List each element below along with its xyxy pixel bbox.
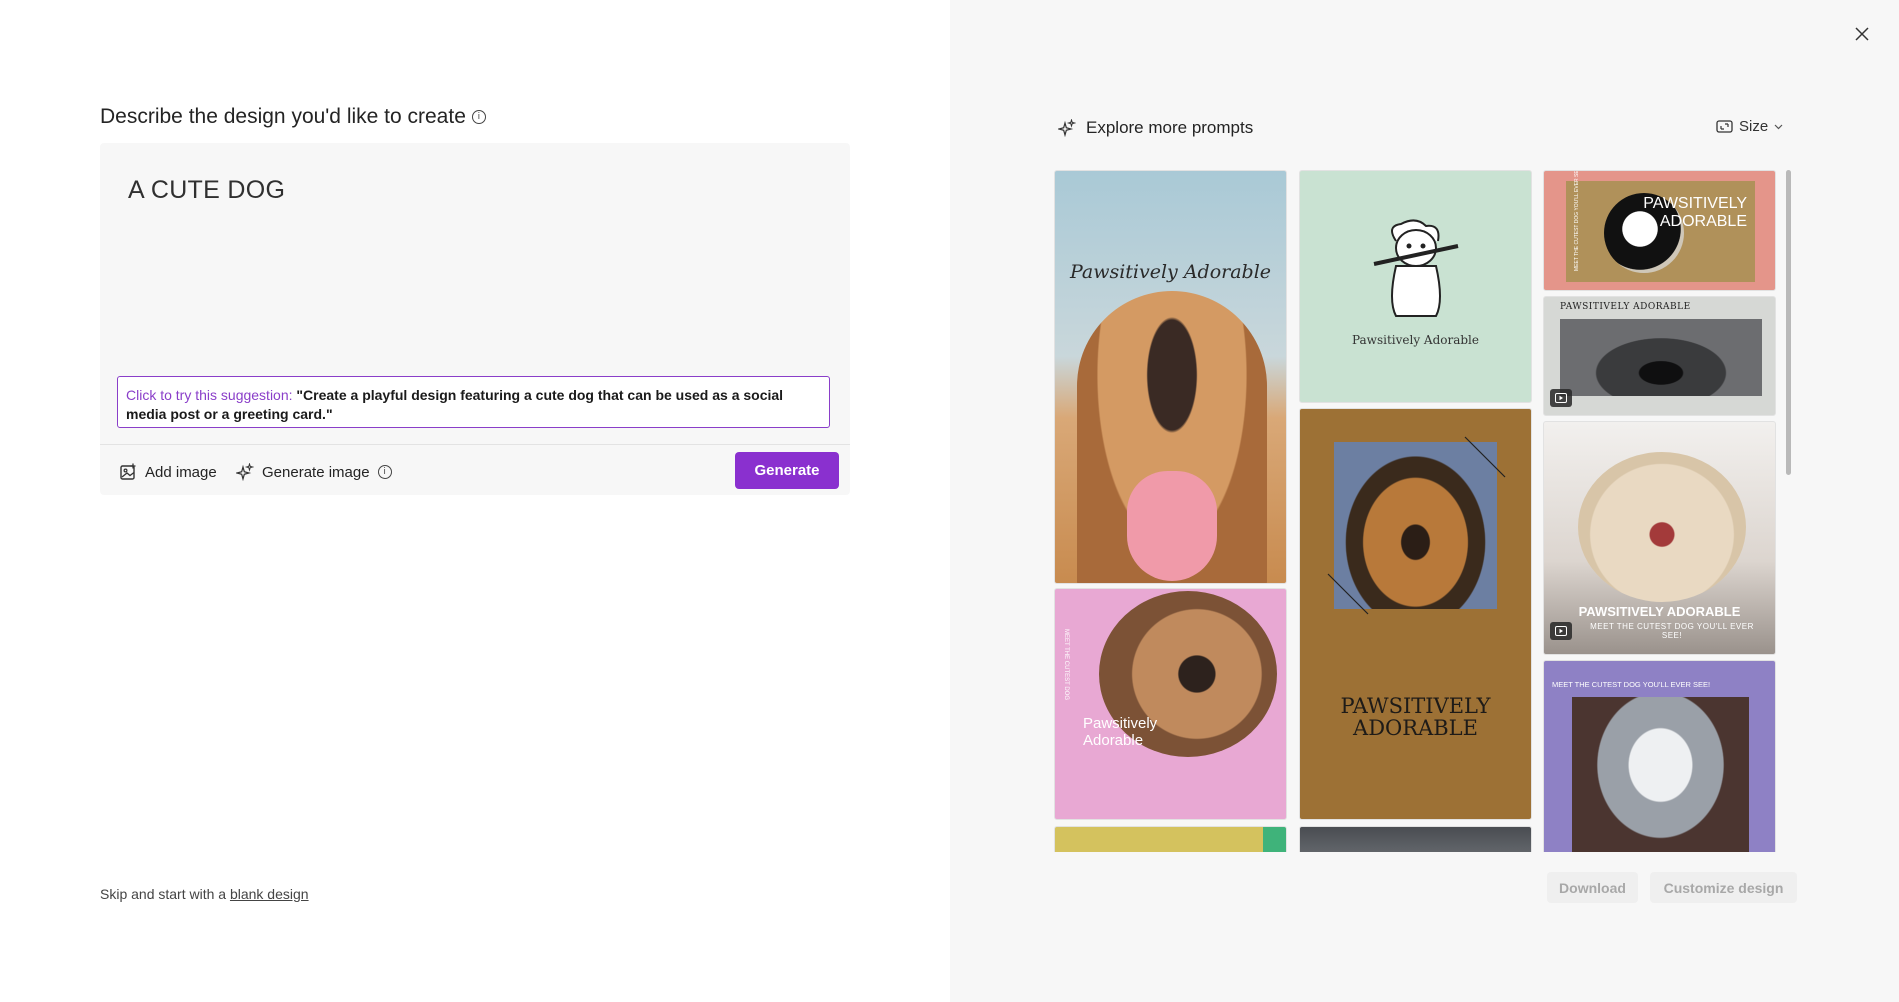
card-title-line2: ADORABLE bbox=[1659, 213, 1747, 230]
add-image-button[interactable]: Add image bbox=[119, 463, 217, 481]
template-card-purple[interactable]: MEET THE CUTEST DOG YOU'LL EVER SEE! bbox=[1543, 660, 1776, 852]
add-image-icon bbox=[120, 463, 136, 480]
explore-prompts-button[interactable]: Explore more prompts bbox=[1058, 118, 1253, 138]
template-gallery: Pawsitively Adorable MEET THE CUTEST DOG… bbox=[1054, 170, 1791, 852]
size-label: Size bbox=[1739, 118, 1769, 135]
suggestion-button[interactable]: Click to try this suggestion: "Create a … bbox=[117, 376, 830, 428]
size-dropdown[interactable]: Size bbox=[1716, 118, 1783, 135]
video-icon bbox=[1550, 622, 1572, 640]
template-card-yellow[interactable] bbox=[1054, 826, 1287, 852]
template-card-pekingese[interactable]: PAWSITIVELY ADORABLE bbox=[1543, 296, 1776, 416]
dog-photo bbox=[1578, 452, 1746, 602]
download-button[interactable]: Download bbox=[1547, 872, 1638, 903]
sparkle-icon bbox=[236, 463, 254, 481]
card-title: PAWSITIVELY ADORABLE bbox=[1560, 302, 1691, 312]
generate-image-button[interactable]: Generate image i bbox=[236, 463, 392, 481]
card-title: PAWSITIVELY ADORABLE bbox=[1578, 604, 1741, 619]
chevron-down-icon bbox=[1774, 124, 1783, 129]
close-icon[interactable] bbox=[1852, 24, 1872, 44]
resize-icon bbox=[1716, 120, 1733, 133]
side-text: MEET THE CUTEST DOG bbox=[1063, 629, 1069, 701]
dog-photo bbox=[1572, 697, 1749, 852]
dog-photo bbox=[1560, 319, 1762, 396]
template-card-gray[interactable] bbox=[1299, 826, 1532, 852]
card-title-line2: ADORABLE bbox=[1353, 716, 1478, 740]
explore-label: Explore more prompts bbox=[1086, 118, 1254, 137]
side-text: MEET THE CUTEST DOG YOU'LL EVER SEE bbox=[1574, 170, 1580, 271]
template-card-poodle[interactable]: PAWSITIVELY ADORABLE MEET THE CUTEST DOG… bbox=[1543, 421, 1776, 655]
divider bbox=[100, 444, 850, 445]
add-image-label: Add image bbox=[145, 463, 217, 481]
card-title: MEET THE CUTEST DOG YOU'LL EVER SEE! bbox=[1552, 680, 1711, 689]
template-card-corgi[interactable]: Pawsitively Adorable bbox=[1054, 170, 1287, 584]
template-card-pink[interactable]: MEET THE CUTEST DOG Pawsitively Adorable bbox=[1054, 588, 1287, 820]
card-title-line1: PAWSITIVELY bbox=[1643, 195, 1747, 212]
skip-text: Skip and start with a blank design bbox=[100, 886, 309, 902]
sparkle-icon bbox=[1058, 119, 1076, 137]
generate-image-label: Generate image bbox=[262, 463, 370, 481]
customize-design-button[interactable]: Customize design bbox=[1650, 872, 1797, 903]
card-title: Pawsitively Adorable bbox=[1351, 333, 1479, 347]
card-title-line1: PAWSITIVELY bbox=[1340, 694, 1491, 718]
dog-sketch-icon bbox=[1373, 219, 1459, 317]
generate-button[interactable]: Generate bbox=[735, 452, 839, 489]
template-card-salmon[interactable]: MEET THE CUTEST DOG YOU'LL EVER SEE PAWS… bbox=[1543, 170, 1776, 291]
suggestion-label: Click to try this suggestion: bbox=[126, 387, 293, 403]
info-icon[interactable]: i bbox=[471, 110, 486, 124]
card-subtitle: MEET THE CUTEST DOG YOU'LL EVER SEE! bbox=[1590, 622, 1754, 640]
decor-line bbox=[1327, 436, 1506, 615]
prompt-input[interactable]: A CUTE DOG bbox=[128, 176, 285, 205]
skip-prefix: Skip and start with a bbox=[100, 886, 227, 902]
prompt-box: A CUTE DOG Click to try this suggestion:… bbox=[100, 143, 850, 495]
blank-design-link[interactable]: blank design bbox=[230, 886, 309, 902]
card-title: Pawsitively Adorable bbox=[1069, 261, 1272, 283]
card-title-line1: Pawsitively bbox=[1083, 715, 1158, 732]
template-card-brown[interactable]: PAWSITIVELY ADORABLE bbox=[1299, 408, 1532, 820]
prompt-heading: Describe the design you'd like to create… bbox=[100, 105, 486, 129]
generate-image-info-icon[interactable]: i bbox=[377, 465, 392, 479]
gallery-scrollbar[interactable] bbox=[1786, 170, 1791, 475]
template-card-sketch[interactable]: Pawsitively Adorable bbox=[1299, 170, 1532, 403]
dog-tongue bbox=[1127, 471, 1217, 581]
prompt-heading-text: Describe the design you'd like to create bbox=[100, 105, 466, 128]
card-title-line2: Adorable bbox=[1083, 732, 1144, 749]
video-icon bbox=[1550, 389, 1572, 407]
prompt-panel: Describe the design you'd like to create… bbox=[0, 0, 950, 1002]
